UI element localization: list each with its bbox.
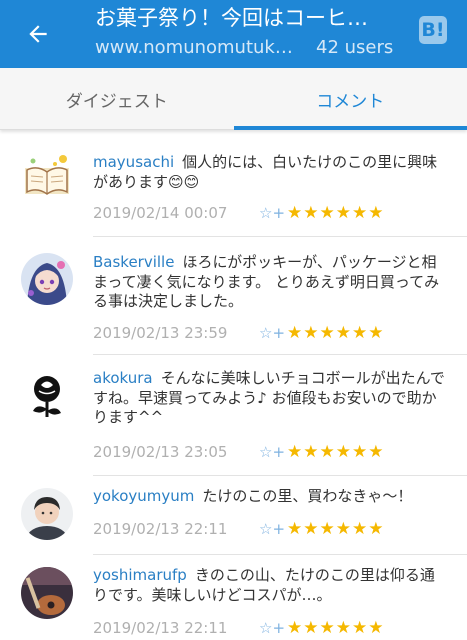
app-bar: お菓子祭り！今回はコーヒ… www.nomunomutuk… 42 users … xyxy=(0,0,467,68)
tab-comments[interactable]: コメント xyxy=(233,68,467,130)
comment-date: 2019/02/14 00:07 xyxy=(93,204,228,222)
comment-date: 2019/02/13 22:11 xyxy=(93,619,228,637)
back-arrow-icon xyxy=(29,25,47,43)
add-star-icon[interactable]: ☆+ xyxy=(259,324,287,342)
avatar[interactable] xyxy=(21,253,73,305)
hatena-bookmark-logo[interactable]: B! xyxy=(419,16,447,44)
star-rating[interactable]: ★★★★★★ xyxy=(287,323,384,343)
comment-username[interactable]: yokoyumyum xyxy=(93,487,194,505)
star-rating[interactable]: ★★★★★★ xyxy=(287,203,384,223)
comment-date: 2019/02/13 23:05 xyxy=(93,443,228,461)
book-avatar-icon xyxy=(25,155,69,195)
comment-item[interactable]: Baskerville ほろにがポッキーが、パッケージと相まって凄く気になります。… xyxy=(0,237,467,355)
comment-item[interactable]: yokoyumyum たけのこの里、買わなきゃ〜！ 2019/02/13 22:1… xyxy=(0,476,467,555)
add-star-icon[interactable]: ☆+ xyxy=(259,204,287,222)
rose-avatar-icon xyxy=(21,369,73,421)
comment-meta: 2019/02/13 23:59 ☆+ ★★★★★★ xyxy=(93,323,384,343)
comment-body: yokoyumyum たけのこの里、買わなきゃ〜！ xyxy=(93,487,448,507)
avatar[interactable] xyxy=(21,369,73,421)
comment-username[interactable]: yoshimarufp xyxy=(93,566,187,584)
comment-date: 2019/02/13 22:11 xyxy=(93,520,228,538)
entry-header: お菓子祭り！今回はコーヒ… www.nomunomutuk… 42 users xyxy=(95,4,395,62)
add-star-icon[interactable]: ☆+ xyxy=(259,619,287,637)
comment-item[interactable]: mayusachi 個人的には、白いたけのこの里に興味があります😊😊 2019/0… xyxy=(0,130,467,247)
comment-body: akokura そんなに美味しいチョコボールが出たんですね。早速買ってみよう♪ お… xyxy=(93,369,448,428)
avatar[interactable] xyxy=(21,150,73,202)
comment-body: yoshimarufp きのこの山、たけのこの里は仰る通りです。美味しいけどコスパ… xyxy=(93,566,448,605)
tab-bar: ダイジェスト コメント xyxy=(0,68,467,130)
comment-username[interactable]: Baskerville xyxy=(93,253,174,271)
star-rating[interactable]: ★★★★★★ xyxy=(287,618,384,638)
comment-username[interactable]: mayusachi xyxy=(93,153,174,171)
entry-title: お菓子祭り！今回はコーヒ… xyxy=(95,6,368,30)
comment-text: たけのこの里、買わなきゃ〜！ xyxy=(202,487,413,505)
back-button[interactable] xyxy=(18,14,58,54)
comment-username[interactable]: akokura xyxy=(93,369,153,387)
comment-meta: 2019/02/13 23:05 ☆+ ★★★★★★ xyxy=(93,442,384,462)
entry-url[interactable]: www.nomunomutuk… xyxy=(95,34,295,62)
comment-item[interactable]: akokura そんなに美味しいチョコボールが出たんですね。早速買ってみよう♪ お… xyxy=(0,355,467,476)
comment-meta: 2019/02/13 22:11 ☆+ ★★★★★★ xyxy=(93,519,384,539)
entry-meta: www.nomunomutuk… 42 users xyxy=(95,34,395,62)
avatar[interactable] xyxy=(21,488,73,540)
bookmark-user-count[interactable]: 42 users xyxy=(316,34,393,62)
avatar[interactable] xyxy=(21,567,73,619)
anime-avatar-icon xyxy=(21,253,73,305)
comment-body: mayusachi 個人的には、白いたけのこの里に興味があります😊😊 xyxy=(93,153,448,192)
comment-body: Baskerville ほろにがポッキーが、パッケージと相まって凄く気になります。… xyxy=(93,253,448,312)
tab-digest[interactable]: ダイジェスト xyxy=(0,68,234,130)
comment-meta: 2019/02/13 22:11 ☆+ ★★★★★★ xyxy=(93,618,384,638)
comment-item[interactable]: yoshimarufp きのこの山、たけのこの里は仰る通りです。美味しいけどコスパ… xyxy=(0,555,467,640)
person-avatar-icon xyxy=(21,488,73,540)
star-rating[interactable]: ★★★★★★ xyxy=(287,442,384,462)
guitar-avatar-icon xyxy=(21,567,73,619)
add-star-icon[interactable]: ☆+ xyxy=(259,443,287,461)
add-star-icon[interactable]: ☆+ xyxy=(259,520,287,538)
comment-meta: 2019/02/14 00:07 ☆+ ★★★★★★ xyxy=(93,203,384,223)
comment-date: 2019/02/13 23:59 xyxy=(93,324,228,342)
star-rating[interactable]: ★★★★★★ xyxy=(287,519,384,539)
